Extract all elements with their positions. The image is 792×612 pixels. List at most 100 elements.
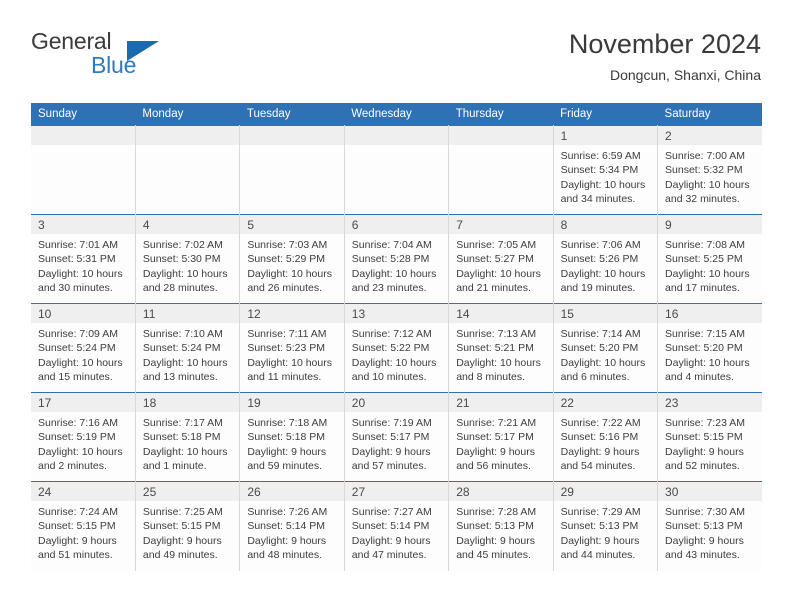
day-number xyxy=(240,126,344,145)
sunrise-text: Sunrise: 7:17 AM xyxy=(142,417,223,429)
sunrise-text: Sunrise: 7:29 AM xyxy=(560,506,641,518)
daylight-text: Daylight: 9 hours and 47 minutes. xyxy=(351,534,431,561)
calendar-day-cell[interactable]: 4 Sunrise: 7:02 AM Sunset: 5:30 PM Daylight… xyxy=(135,214,241,304)
sunrise-text: Sunrise: 7:02 AM xyxy=(142,239,223,251)
day-details: Sunrise: 7:04 AM Sunset: 5:28 PM Daylight:… xyxy=(345,234,448,295)
sunset-text: Sunset: 5:23 PM xyxy=(247,342,325,355)
sunset-text: Sunset: 5:31 PM xyxy=(38,253,116,266)
sunset-text: Sunset: 5:30 PM xyxy=(142,253,221,266)
calendar-day-cell[interactable]: 27 Sunrise: 7:27 AM Sunset: 5:14 PM Dayligh… xyxy=(344,481,450,571)
sunrise-text: Sunrise: 7:00 AM xyxy=(665,150,745,162)
calendar-day-cell[interactable]: 9 Sunrise: 7:08 AM Sunset: 5:25 PM Daylight… xyxy=(657,214,762,304)
sunrise-text: Sunrise: 7:22 AM xyxy=(560,417,641,429)
daylight-text: Daylight: 10 hours and 4 minutes. xyxy=(665,356,750,383)
sunrise-text: Sunrise: 7:05 AM xyxy=(456,239,537,251)
calendar-day-cell[interactable]: 22 Sunrise: 7:22 AM Sunset: 5:16 PM Dayligh… xyxy=(553,392,659,482)
sunrise-text: Sunrise: 7:09 AM xyxy=(38,328,118,340)
brand-logo[interactable]: General Blue xyxy=(31,28,211,90)
sunset-text: Sunset: 5:20 PM xyxy=(560,342,639,355)
day-number: 3 xyxy=(31,215,135,234)
sunset-text: Sunset: 5:17 PM xyxy=(456,431,534,444)
daylight-text: Daylight: 10 hours and 6 minutes. xyxy=(560,356,646,383)
sunrise-text: Sunrise: 7:28 AM xyxy=(456,506,537,518)
brand-name-general: General xyxy=(31,28,112,54)
calendar-day-cell[interactable]: 16 Sunrise: 7:15 AM Sunset: 5:20 PM Dayligh… xyxy=(657,303,762,393)
daylight-text: Daylight: 10 hours and 11 minutes. xyxy=(247,356,332,383)
daylight-text: Daylight: 10 hours and 2 minutes. xyxy=(38,445,123,472)
day-number: 2 xyxy=(658,126,762,145)
weekday-header-tuesday: Tuesday xyxy=(239,103,345,126)
calendar-day-cell[interactable]: 10 Sunrise: 7:09 AM Sunset: 5:24 PM Dayligh… xyxy=(31,303,136,393)
calendar-day-cell-empty xyxy=(448,125,554,215)
day-number xyxy=(449,126,553,145)
daylight-text: Daylight: 10 hours and 23 minutes. xyxy=(351,267,437,294)
day-number: 15 xyxy=(553,304,658,323)
day-number: 22 xyxy=(553,393,658,412)
daylight-text: Daylight: 9 hours and 51 minutes. xyxy=(38,534,117,561)
calendar-day-cell[interactable]: 12 Sunrise: 7:11 AM Sunset: 5:23 PM Dayligh… xyxy=(239,303,345,393)
calendar-day-cell[interactable]: 25 Sunrise: 7:25 AM Sunset: 5:15 PM Dayligh… xyxy=(135,481,241,571)
calendar-day-cell[interactable]: 24 Sunrise: 7:24 AM Sunset: 5:15 PM Dayligh… xyxy=(31,481,136,571)
calendar-day-cell[interactable]: 2 Sunrise: 7:00 AM Sunset: 5:32 PM Daylight… xyxy=(657,125,762,215)
day-details: Sunrise: 7:00 AM Sunset: 5:32 PM Daylight:… xyxy=(658,145,762,206)
page-title: November 2024 xyxy=(568,29,761,59)
day-details xyxy=(136,145,239,149)
calendar-day-cell[interactable]: 8 Sunrise: 7:06 AM Sunset: 5:26 PM Daylight… xyxy=(553,214,659,304)
calendar-day-cell[interactable]: 15 Sunrise: 7:14 AM Sunset: 5:20 PM Dayligh… xyxy=(553,303,659,393)
calendar-day-cell[interactable]: 1 Sunrise: 6:59 AM Sunset: 5:34 PM Daylight… xyxy=(553,125,659,215)
calendar-day-cell[interactable]: 17 Sunrise: 7:16 AM Sunset: 5:19 PM Dayligh… xyxy=(31,392,136,482)
day-details: Sunrise: 7:05 AM Sunset: 5:27 PM Daylight:… xyxy=(449,234,552,295)
sunrise-text: Sunrise: 7:13 AM xyxy=(456,328,537,340)
calendar-day-cell[interactable]: 21 Sunrise: 7:21 AM Sunset: 5:17 PM Dayligh… xyxy=(448,392,554,482)
daylight-text: Daylight: 9 hours and 54 minutes. xyxy=(560,445,640,472)
calendar-day-cell[interactable]: 19 Sunrise: 7:18 AM Sunset: 5:18 PM Dayligh… xyxy=(239,392,345,482)
daylight-text: Daylight: 10 hours and 26 minutes. xyxy=(247,267,332,294)
sunset-text: Sunset: 5:24 PM xyxy=(38,342,116,355)
day-details: Sunrise: 7:10 AM Sunset: 5:24 PM Daylight:… xyxy=(136,323,239,384)
calendar-day-cell[interactable]: 7 Sunrise: 7:05 AM Sunset: 5:27 PM Daylight… xyxy=(448,214,554,304)
sunrise-text: Sunrise: 7:11 AM xyxy=(247,328,327,340)
sunrise-text: Sunrise: 7:23 AM xyxy=(665,417,745,429)
calendar-day-cell[interactable]: 3 Sunrise: 7:01 AM Sunset: 5:31 PM Daylight… xyxy=(31,214,136,304)
sunrise-text: Sunrise: 7:21 AM xyxy=(456,417,537,429)
calendar-week-row: 17 Sunrise: 7:16 AM Sunset: 5:19 PM Dayligh… xyxy=(31,392,762,482)
calendar-day-cell[interactable]: 5 Sunrise: 7:03 AM Sunset: 5:29 PM Daylight… xyxy=(239,214,345,304)
calendar-day-cell[interactable]: 26 Sunrise: 7:26 AM Sunset: 5:14 PM Dayligh… xyxy=(239,481,345,571)
day-details xyxy=(31,145,135,149)
sunrise-text: Sunrise: 7:26 AM xyxy=(247,506,328,518)
day-number: 19 xyxy=(240,393,344,412)
calendar-day-cell[interactable]: 20 Sunrise: 7:19 AM Sunset: 5:17 PM Dayligh… xyxy=(344,392,450,482)
day-number: 1 xyxy=(553,126,658,145)
calendar-day-cell[interactable]: 18 Sunrise: 7:17 AM Sunset: 5:18 PM Dayligh… xyxy=(135,392,241,482)
day-number xyxy=(344,126,449,145)
sunset-text: Sunset: 5:27 PM xyxy=(456,253,534,266)
day-number: 23 xyxy=(658,393,762,412)
day-details: Sunrise: 7:22 AM Sunset: 5:16 PM Daylight:… xyxy=(554,412,657,473)
day-details: Sunrise: 7:28 AM Sunset: 5:13 PM Daylight:… xyxy=(449,501,552,562)
sunrise-text: Sunrise: 7:19 AM xyxy=(351,417,432,429)
calendar-day-cell[interactable]: 29 Sunrise: 7:29 AM Sunset: 5:13 PM Dayligh… xyxy=(553,481,659,571)
day-number: 29 xyxy=(553,482,658,501)
brand-name-blue: Blue xyxy=(91,52,137,78)
daylight-text: Daylight: 10 hours and 13 minutes. xyxy=(142,356,228,383)
calendar-day-cell[interactable]: 30 Sunrise: 7:30 AM Sunset: 5:13 PM Dayligh… xyxy=(657,481,762,571)
day-details: Sunrise: 7:03 AM Sunset: 5:29 PM Daylight:… xyxy=(240,234,343,295)
sunset-text: Sunset: 5:18 PM xyxy=(142,431,221,444)
calendar-day-cell[interactable]: 14 Sunrise: 7:13 AM Sunset: 5:21 PM Dayligh… xyxy=(448,303,554,393)
calendar-day-cell[interactable]: 11 Sunrise: 7:10 AM Sunset: 5:24 PM Dayligh… xyxy=(135,303,241,393)
day-details: Sunrise: 7:21 AM Sunset: 5:17 PM Daylight:… xyxy=(449,412,552,473)
day-details: Sunrise: 7:14 AM Sunset: 5:20 PM Daylight:… xyxy=(554,323,657,384)
day-number: 26 xyxy=(240,482,344,501)
calendar-day-cell[interactable]: 23 Sunrise: 7:23 AM Sunset: 5:15 PM Dayligh… xyxy=(657,392,762,482)
calendar-day-cell[interactable]: 28 Sunrise: 7:28 AM Sunset: 5:13 PM Dayligh… xyxy=(448,481,554,571)
sunrise-text: Sunrise: 7:03 AM xyxy=(247,239,328,251)
day-details: Sunrise: 7:13 AM Sunset: 5:21 PM Daylight:… xyxy=(449,323,552,384)
daylight-text: Daylight: 9 hours and 59 minutes. xyxy=(247,445,327,472)
day-details: Sunrise: 7:06 AM Sunset: 5:26 PM Daylight:… xyxy=(554,234,657,295)
calendar-day-cell[interactable]: 6 Sunrise: 7:04 AM Sunset: 5:28 PM Daylight… xyxy=(344,214,450,304)
day-number xyxy=(135,126,240,145)
daylight-text: Daylight: 9 hours and 45 minutes. xyxy=(456,534,535,561)
daylight-text: Daylight: 9 hours and 56 minutes. xyxy=(456,445,535,472)
sunset-text: Sunset: 5:14 PM xyxy=(351,520,430,533)
calendar-day-cell[interactable]: 13 Sunrise: 7:12 AM Sunset: 5:22 PM Dayligh… xyxy=(344,303,450,393)
